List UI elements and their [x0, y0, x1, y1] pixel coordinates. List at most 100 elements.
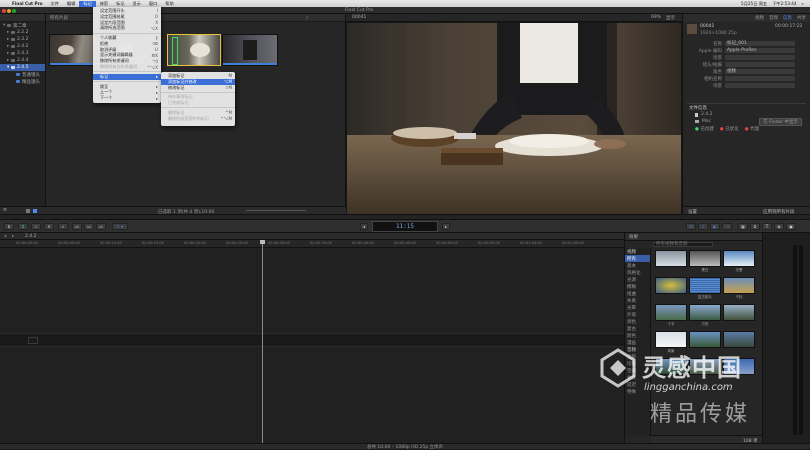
forward-icon[interactable]: ▸ [442, 223, 450, 230]
timecode-display[interactable]: 11:15 [372, 221, 438, 232]
event-row-selected[interactable]: ▾ 2.4.5 [0, 64, 45, 71]
field-take-input[interactable] [725, 62, 795, 67]
append-clip-icon[interactable]: ▭ [96, 223, 106, 230]
skimming-icon[interactable]: ⊡ [686, 223, 696, 230]
field-role-input[interactable]: 视频 [725, 69, 795, 74]
effect-tile[interactable] [689, 250, 721, 267]
field-scene-input[interactable] [725, 55, 795, 60]
effects-category[interactable]: 均衡 [625, 360, 650, 367]
primary-storyline[interactable] [0, 333, 624, 347]
search-icon[interactable]: ⌕ [58, 223, 68, 230]
transitions-icon[interactable]: ⧖ [750, 223, 760, 230]
timeline-ruler[interactable]: 00:00:00:00 00:00:05:00 00:00:10:00 00:0… [0, 240, 624, 248]
tab-video[interactable]: 视频 [755, 15, 764, 21]
themes-icon[interactable]: ▣ [786, 223, 796, 230]
event-row[interactable]: ▸ 2.2.2 [0, 29, 45, 36]
menu-markers[interactable]: 标记 ▸ [93, 74, 161, 80]
field-scene2-input[interactable] [725, 83, 795, 88]
effect-tile[interactable] [655, 277, 687, 294]
menu-item-trim[interactable]: 修剪 [96, 1, 112, 7]
effect-tile[interactable] [689, 304, 721, 321]
smart-collection-row[interactable]: 精品镜头 [0, 78, 45, 85]
generators-icon[interactable]: ◈ [774, 223, 784, 230]
effects-category[interactable]: 颜色 [625, 332, 650, 339]
effects-category[interactable]: 复古 [625, 325, 650, 332]
event-row[interactable]: ▸ 2.4.4 [0, 57, 45, 64]
effect-tile[interactable] [689, 331, 721, 348]
library-row[interactable]: ▾ 第二章 [0, 22, 45, 29]
effects-category[interactable]: 视频 [625, 248, 650, 255]
effect-tile[interactable] [723, 358, 755, 375]
effects-category[interactable]: 光源 [625, 276, 650, 283]
effects-category[interactable]: 漫画 [625, 339, 650, 346]
effect-tile[interactable] [655, 331, 687, 348]
event-row[interactable]: ▸ 2.4.2 [0, 43, 45, 50]
connect-clip-icon[interactable]: ▭ [72, 223, 82, 230]
tab-info[interactable]: 信息 [783, 15, 792, 21]
menu-item-mark[interactable]: 标记 [79, 0, 96, 7]
effects-browser-icon[interactable]: ▦ [738, 223, 748, 230]
gear-icon[interactable]: ⚙ [3, 208, 7, 213]
video-frame[interactable] [347, 23, 681, 220]
effects-category[interactable]: 调色 [625, 318, 650, 325]
reject-icon[interactable]: ✕ [44, 223, 54, 230]
zoom-window-icon[interactable] [12, 8, 16, 13]
effects-category[interactable]: 音频 [625, 346, 650, 353]
menu-item-file[interactable]: 文件 [47, 1, 63, 7]
clip-range-handle[interactable] [172, 37, 178, 65]
back-icon[interactable]: ◂ [360, 223, 368, 230]
insert-clip-icon[interactable]: ▭ [84, 223, 94, 230]
effects-category[interactable]: 光晕 [625, 304, 650, 311]
effects-category[interactable]: 失真 [625, 374, 650, 381]
effects-category[interactable]: 基本 [625, 262, 650, 269]
close-window-icon[interactable] [2, 8, 6, 13]
menu-item-mark2[interactable]: 标记 [112, 1, 128, 7]
effect-tile[interactable] [655, 304, 687, 321]
timeline-nav-back-icon[interactable]: ◂ [4, 234, 6, 239]
browser-filter-label[interactable]: 所有片段 [50, 15, 68, 21]
effects-category[interactable]: 扭曲 [625, 290, 650, 297]
effect-tile[interactable] [689, 358, 721, 375]
import-icon[interactable]: ⬇ [4, 223, 14, 230]
timeline-nav-forward-icon[interactable]: ▸ [12, 234, 14, 239]
viewer-zoom[interactable]: 69% [651, 15, 661, 20]
zoom-slider[interactable] [246, 210, 306, 211]
search-icon[interactable]: ⌕ [306, 15, 309, 21]
reveal-in-finder-button[interactable]: 在 Finder 中显示 [759, 117, 802, 126]
menu-next[interactable]: 下一个 ▸ [93, 95, 161, 101]
filmstrip-view-icon[interactable] [26, 209, 30, 213]
event-row[interactable]: ▸ 2.3.2 [0, 36, 45, 43]
effects-category[interactable]: 特殊 [625, 388, 650, 395]
menu-item-edit[interactable]: 编辑 [63, 1, 79, 7]
solo-icon[interactable]: ◐ [710, 223, 720, 230]
event-row[interactable]: ▸ 2.4.3 [0, 50, 45, 57]
menu-item-window[interactable]: 窗口 [145, 1, 161, 7]
favorite-icon[interactable]: ☆ [31, 223, 41, 230]
titles-icon[interactable]: T [762, 223, 772, 230]
clip-thumbnail[interactable] [222, 34, 278, 66]
effects-category[interactable]: 风格化 [625, 269, 650, 276]
effect-tile[interactable] [655, 358, 687, 375]
playhead-handle[interactable] [260, 240, 265, 244]
minimize-window-icon[interactable] [7, 8, 11, 13]
effects-category[interactable]: 失真 [625, 297, 650, 304]
list-view-icon[interactable] [33, 209, 37, 213]
menu-item-view[interactable]: 显示 [128, 1, 144, 7]
viewer-view-menu[interactable]: 显示 [666, 15, 675, 21]
effects-category[interactable]: 全部 [625, 353, 650, 360]
playhead[interactable] [260, 240, 265, 443]
effect-tile[interactable] [689, 277, 721, 294]
smart-collection-row[interactable]: 普通镜头 [0, 71, 45, 78]
effects-category[interactable]: 空间 [625, 367, 650, 374]
effects-category-selected[interactable]: 所有 [625, 255, 650, 262]
audio-skimming-icon[interactable]: ♪ [698, 223, 708, 230]
tab-audio[interactable]: 音频 [769, 15, 778, 21]
field-name-input[interactable]: 标记_001 [725, 41, 795, 46]
menu-item-help[interactable]: 帮助 [161, 1, 177, 7]
effect-tile[interactable] [723, 304, 755, 321]
tab-share[interactable]: 共享 [797, 15, 806, 21]
submenu-modify-marker[interactable]: 修改标记 ⇧M [161, 85, 235, 91]
effect-tile[interactable] [723, 250, 755, 267]
effect-tile[interactable] [723, 331, 755, 348]
effects-category[interactable]: 外观 [625, 311, 650, 318]
